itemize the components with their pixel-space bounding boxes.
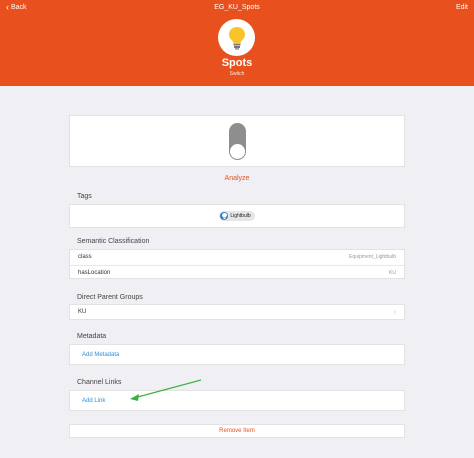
tags-card: Lightbulb — [69, 204, 405, 228]
channels-section-title: Channel Links — [77, 379, 122, 386]
semantic-row-location: hasLocation KU — [70, 265, 404, 279]
item-icon-circle — [218, 19, 255, 56]
remove-card: Remove Item — [69, 424, 405, 438]
item-header: ‹ Back EG_KU_Spots Edit Spots Switch — [0, 0, 474, 86]
group-item[interactable]: KU › — [70, 305, 404, 319]
toggle-knob — [229, 143, 245, 159]
channel-links-card: Add Link — [69, 390, 405, 411]
group-label: KU — [78, 309, 87, 315]
semantic-row-class: class Equipment_Lightbulb — [70, 250, 404, 264]
add-metadata-link[interactable]: Add Metadata — [82, 352, 119, 358]
remove-item-button[interactable]: Remove Item — [219, 428, 255, 434]
metadata-section-title: Metadata — [77, 333, 107, 340]
lightbulb-icon — [220, 212, 229, 220]
page-title: EG_KU_Spots — [214, 4, 260, 11]
analyze-button[interactable]: Analyze — [225, 175, 250, 182]
state-card — [69, 115, 405, 167]
row-value: KU — [389, 269, 396, 276]
add-link-link[interactable]: Add Link — [82, 398, 105, 404]
semantic-card: class Equipment_Lightbulb hasLocation KU — [69, 249, 405, 279]
tag-chip[interactable]: Lightbulb — [219, 211, 255, 221]
item-name: Spots — [221, 57, 253, 69]
groups-section-title: Direct Parent Groups — [77, 294, 143, 301]
item-type: Switch — [229, 71, 245, 77]
metadata-card: Add Metadata — [69, 344, 405, 365]
navbar: ‹ Back EG_KU_Spots Edit — [0, 0, 474, 18]
tag-label: Lightbulb — [230, 213, 251, 219]
tags-section-title: Tags — [77, 193, 92, 200]
chevron-right-icon: › — [393, 308, 396, 316]
groups-card: KU › — [69, 304, 405, 320]
row-key: class — [78, 254, 92, 260]
analyze-row: Analyze — [0, 175, 474, 182]
row-value: Equipment_Lightbulb — [349, 254, 396, 260]
row-key: hasLocation — [78, 269, 111, 276]
switch-toggle[interactable] — [228, 122, 246, 160]
lightbulb-icon — [228, 26, 245, 49]
semantic-section-title: Semantic Classification — [77, 238, 150, 245]
edit-button[interactable]: Edit — [456, 4, 468, 11]
